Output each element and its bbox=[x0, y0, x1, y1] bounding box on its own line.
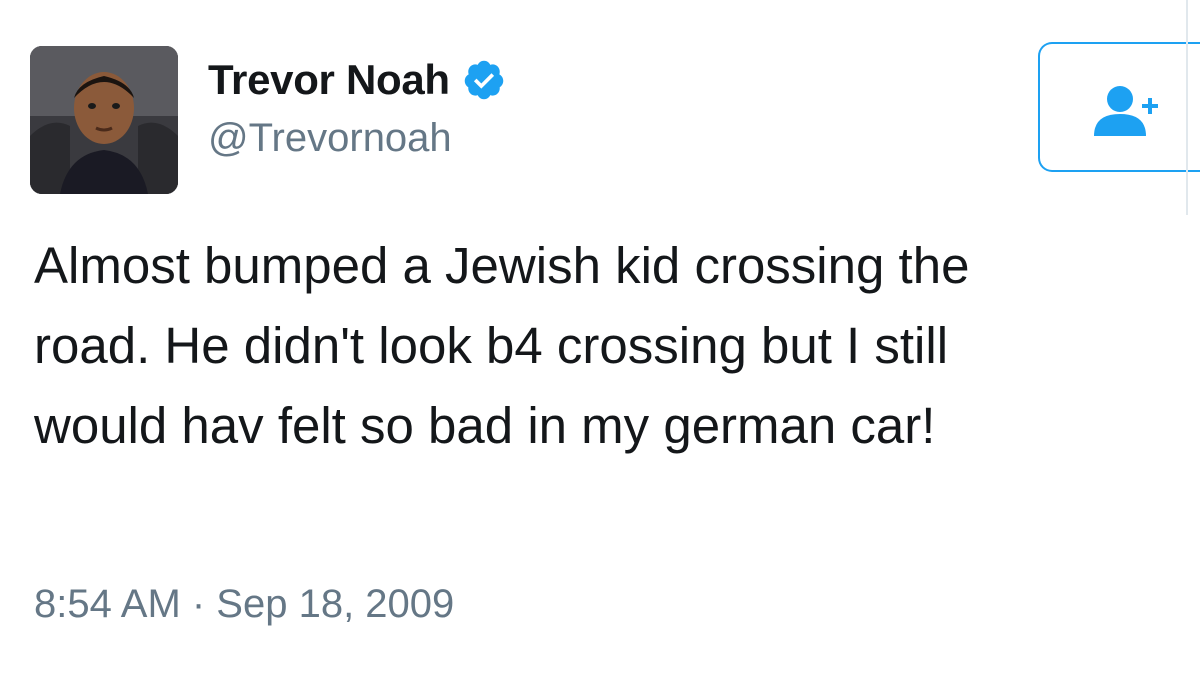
tweet-timestamp[interactable]: 8:54 AM · Sep 18, 2009 bbox=[34, 582, 454, 627]
tweet-text: Almost bumped a Jewish kid crossing the … bbox=[34, 226, 1200, 466]
author-handle[interactable]: @Trevornoah bbox=[208, 116, 452, 161]
display-name[interactable]: Trevor Noah bbox=[208, 56, 450, 104]
avatar-photo bbox=[30, 46, 178, 194]
author-name-row: Trevor Noah bbox=[208, 52, 506, 108]
tweet-text-line: would hav felt so bad in my german car! bbox=[34, 397, 936, 454]
tweet-text-line: road. He didn't look b4 crossing but I s… bbox=[34, 317, 949, 374]
verified-badge-icon bbox=[462, 58, 506, 102]
card-edge-divider bbox=[1186, 0, 1188, 215]
tweet-text-line: Almost bumped a Jewish kid crossing the bbox=[34, 237, 970, 294]
avatar[interactable] bbox=[30, 46, 178, 194]
add-user-icon bbox=[1094, 86, 1158, 136]
follow-button[interactable] bbox=[1038, 42, 1200, 172]
tweet-card: Trevor Noah @Trevornoah Almost bumped a … bbox=[0, 0, 1200, 673]
